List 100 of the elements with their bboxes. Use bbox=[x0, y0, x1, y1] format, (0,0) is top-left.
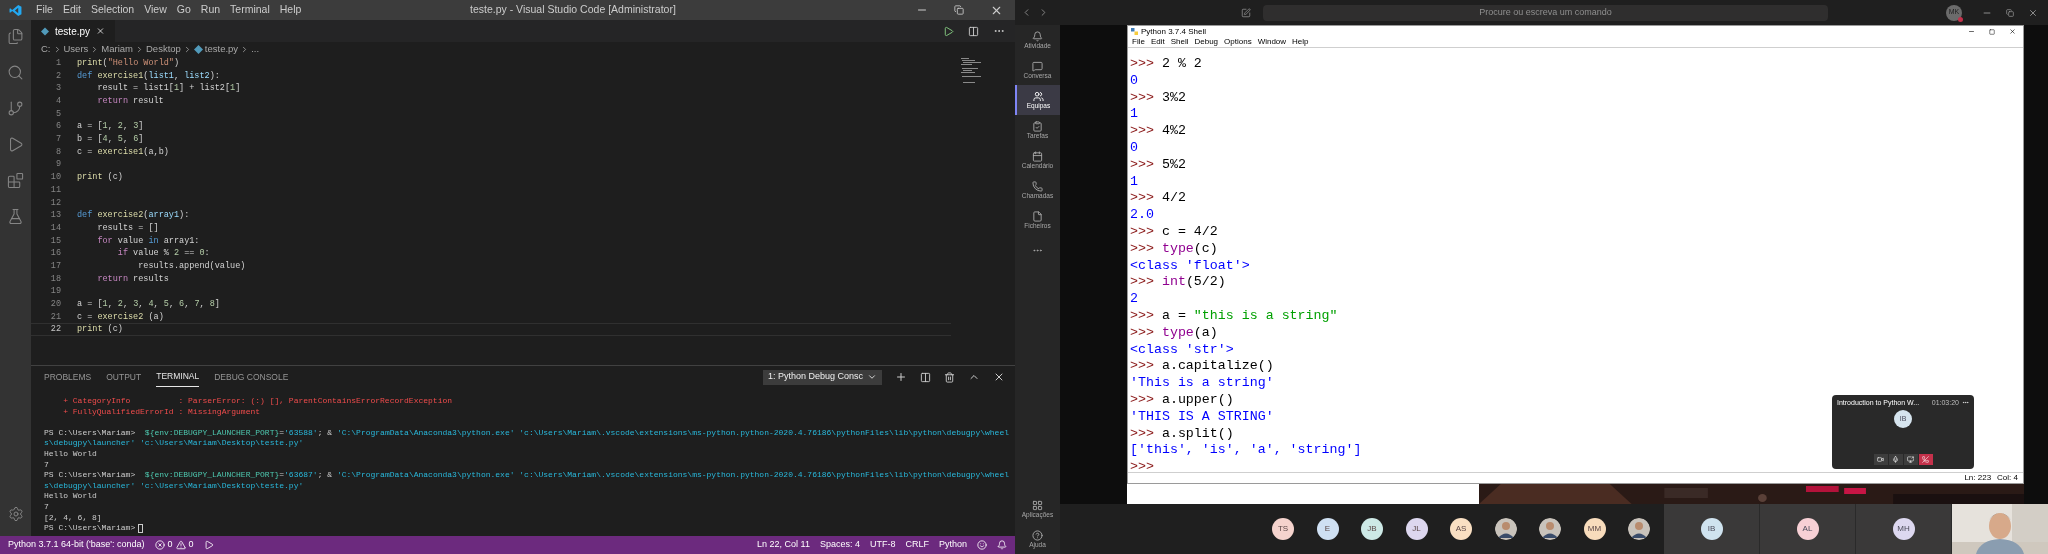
maximize-icon[interactable] bbox=[1989, 28, 1995, 35]
python-file-icon bbox=[193, 45, 203, 54]
breadcrumb-item[interactable]: ... bbox=[251, 42, 260, 57]
interpreter-status[interactable]: Python 3.7.1 64-bit ('base': conda) bbox=[8, 538, 145, 552]
line-number: 3 bbox=[54, 82, 61, 96]
split-terminal-icon[interactable] bbox=[920, 371, 931, 383]
breadcrumb-item[interactable]: Mariam bbox=[101, 42, 133, 57]
extensions-icon[interactable] bbox=[7, 172, 24, 189]
feedback-icon[interactable] bbox=[977, 540, 987, 550]
menu-item[interactable]: File bbox=[31, 2, 58, 18]
close-icon[interactable] bbox=[2009, 28, 2016, 35]
shell-line: 0 bbox=[1130, 72, 1138, 90]
close-panel-icon[interactable] bbox=[993, 371, 1005, 383]
split-editor-icon[interactable] bbox=[968, 25, 979, 37]
code-line: print (c) bbox=[77, 171, 123, 184]
menu-item[interactable]: Edit bbox=[57, 2, 86, 18]
menu-item[interactable]: Options bbox=[1224, 38, 1252, 46]
trash-icon[interactable] bbox=[944, 371, 955, 383]
indentation-status[interactable]: Spaces: 4 bbox=[819, 538, 860, 552]
menu-item[interactable]: Debug bbox=[1194, 38, 1219, 46]
line-number: 7 bbox=[54, 133, 61, 146]
shell-line: >>> 2 % 2 bbox=[1130, 56, 1202, 73]
participant-avatar: AL bbox=[1796, 518, 1819, 540]
calendar-icon bbox=[1032, 150, 1043, 162]
warning-count[interactable]: 0 bbox=[188, 538, 194, 552]
camera-button[interactable] bbox=[1873, 454, 1888, 465]
breadcrumb-item[interactable]: Users bbox=[63, 42, 89, 57]
share-button[interactable] bbox=[1903, 454, 1918, 465]
code-line: print (c) bbox=[77, 323, 123, 337]
menu-item[interactable]: Go bbox=[171, 2, 196, 18]
close-icon[interactable] bbox=[2028, 7, 2038, 18]
menu-item[interactable]: Run bbox=[195, 2, 226, 18]
terminal-dropdown[interactable]: 1: Python Debug Consc bbox=[762, 369, 882, 385]
source-control-icon[interactable] bbox=[7, 100, 24, 117]
shell-line: >>> 4/2 bbox=[1130, 190, 1186, 208]
mic-button[interactable] bbox=[1888, 454, 1903, 465]
menu-item[interactable]: Window bbox=[1257, 38, 1287, 46]
menu-item[interactable]: Help bbox=[274, 2, 307, 18]
editor-tab[interactable]: teste.py bbox=[31, 20, 115, 42]
breadcrumb-item[interactable]: C: bbox=[41, 42, 51, 57]
line-number: 2 bbox=[54, 69, 61, 83]
run-file-icon[interactable] bbox=[943, 25, 954, 37]
code-line: if value % 2 == 0: bbox=[116, 247, 210, 261]
panel-tab[interactable]: DEBUG CONSOLE bbox=[214, 367, 289, 387]
menu-item[interactable]: File bbox=[1132, 38, 1145, 46]
participant-tile[interactable]: IB bbox=[1664, 504, 1760, 554]
participant-avatar[interactable]: MM bbox=[1583, 518, 1606, 540]
menu-item[interactable]: Selection bbox=[86, 2, 140, 18]
explorer-icon[interactable] bbox=[7, 28, 24, 45]
panel-tab[interactable]: TERMINAL bbox=[156, 367, 200, 387]
restore-icon[interactable] bbox=[2006, 8, 2014, 17]
line-number: 8 bbox=[54, 145, 61, 159]
panel-tab[interactable]: PROBLEMS bbox=[44, 367, 92, 387]
error-count[interactable]: 0 bbox=[167, 538, 173, 552]
menu-item[interactable]: Edit bbox=[1150, 38, 1165, 46]
participant-avatar[interactable]: E bbox=[1316, 518, 1339, 540]
participant-avatar[interactable]: JB bbox=[1361, 518, 1383, 540]
participant-tile[interactable]: AL bbox=[1760, 504, 1856, 554]
breadcrumb-item[interactable]: Desktop bbox=[146, 42, 181, 57]
menu-item[interactable]: Shell bbox=[1170, 38, 1189, 46]
breadcrumb-item[interactable]: teste.py bbox=[204, 42, 239, 57]
terminal-line: + FullyQualifiedErrorId : MissingArgument bbox=[62, 406, 261, 418]
menu-item[interactable]: View bbox=[139, 2, 172, 18]
menu-item[interactable]: Help bbox=[1292, 38, 1309, 46]
restore-icon[interactable] bbox=[954, 5, 964, 15]
shell-line: >>> type(a) bbox=[1130, 324, 1218, 342]
cursor-position[interactable]: Ln 22, Col 11 bbox=[757, 538, 810, 552]
shell-line: 2 bbox=[1130, 291, 1138, 308]
line-number: 5 bbox=[54, 107, 61, 121]
minimize-icon[interactable] bbox=[1968, 28, 1975, 35]
encoding-status[interactable]: UTF-8 bbox=[869, 538, 896, 552]
participant-avatar[interactable]: TS bbox=[1272, 518, 1294, 540]
compose-icon[interactable] bbox=[1241, 7, 1251, 18]
code-line: result = list1[1] + list2[1] bbox=[96, 82, 241, 96]
line-ending-status[interactable]: CRLF bbox=[905, 538, 929, 552]
new-terminal-icon[interactable] bbox=[895, 371, 907, 383]
run-icon[interactable] bbox=[7, 136, 24, 153]
close-tab-icon[interactable] bbox=[96, 26, 105, 36]
apps-icon bbox=[1032, 499, 1043, 511]
participant-avatar[interactable]: AS bbox=[1450, 518, 1472, 540]
line-number: 15 bbox=[49, 234, 61, 248]
participant-avatar[interactable]: JL bbox=[1405, 518, 1428, 540]
line-number: 14 bbox=[49, 221, 61, 235]
language-status[interactable]: Python bbox=[938, 538, 967, 552]
participant-tile[interactable]: MH bbox=[1856, 504, 1952, 554]
mic-icon bbox=[1892, 456, 1899, 463]
run-icon[interactable] bbox=[203, 540, 214, 550]
menu-item[interactable]: Terminal bbox=[225, 2, 275, 18]
line-number: 9 bbox=[54, 158, 61, 172]
settings-icon[interactable] bbox=[7, 506, 24, 522]
search-icon[interactable] bbox=[7, 64, 24, 81]
hang-up-button[interactable] bbox=[1918, 454, 1933, 465]
bell-icon bbox=[1032, 30, 1043, 42]
shell-line: >>> a = "this is a string" bbox=[1130, 307, 1338, 325]
shell-line: >>> 5%2 bbox=[1130, 156, 1186, 174]
panel-tab[interactable]: OUTPUT bbox=[106, 367, 142, 387]
notification-icon[interactable] bbox=[997, 540, 1007, 550]
search-field[interactable]: Procure ou escreva um comando bbox=[1263, 4, 1828, 21]
flask-icon[interactable] bbox=[7, 208, 24, 225]
shell-line: <class 'float'> bbox=[1130, 257, 1250, 275]
